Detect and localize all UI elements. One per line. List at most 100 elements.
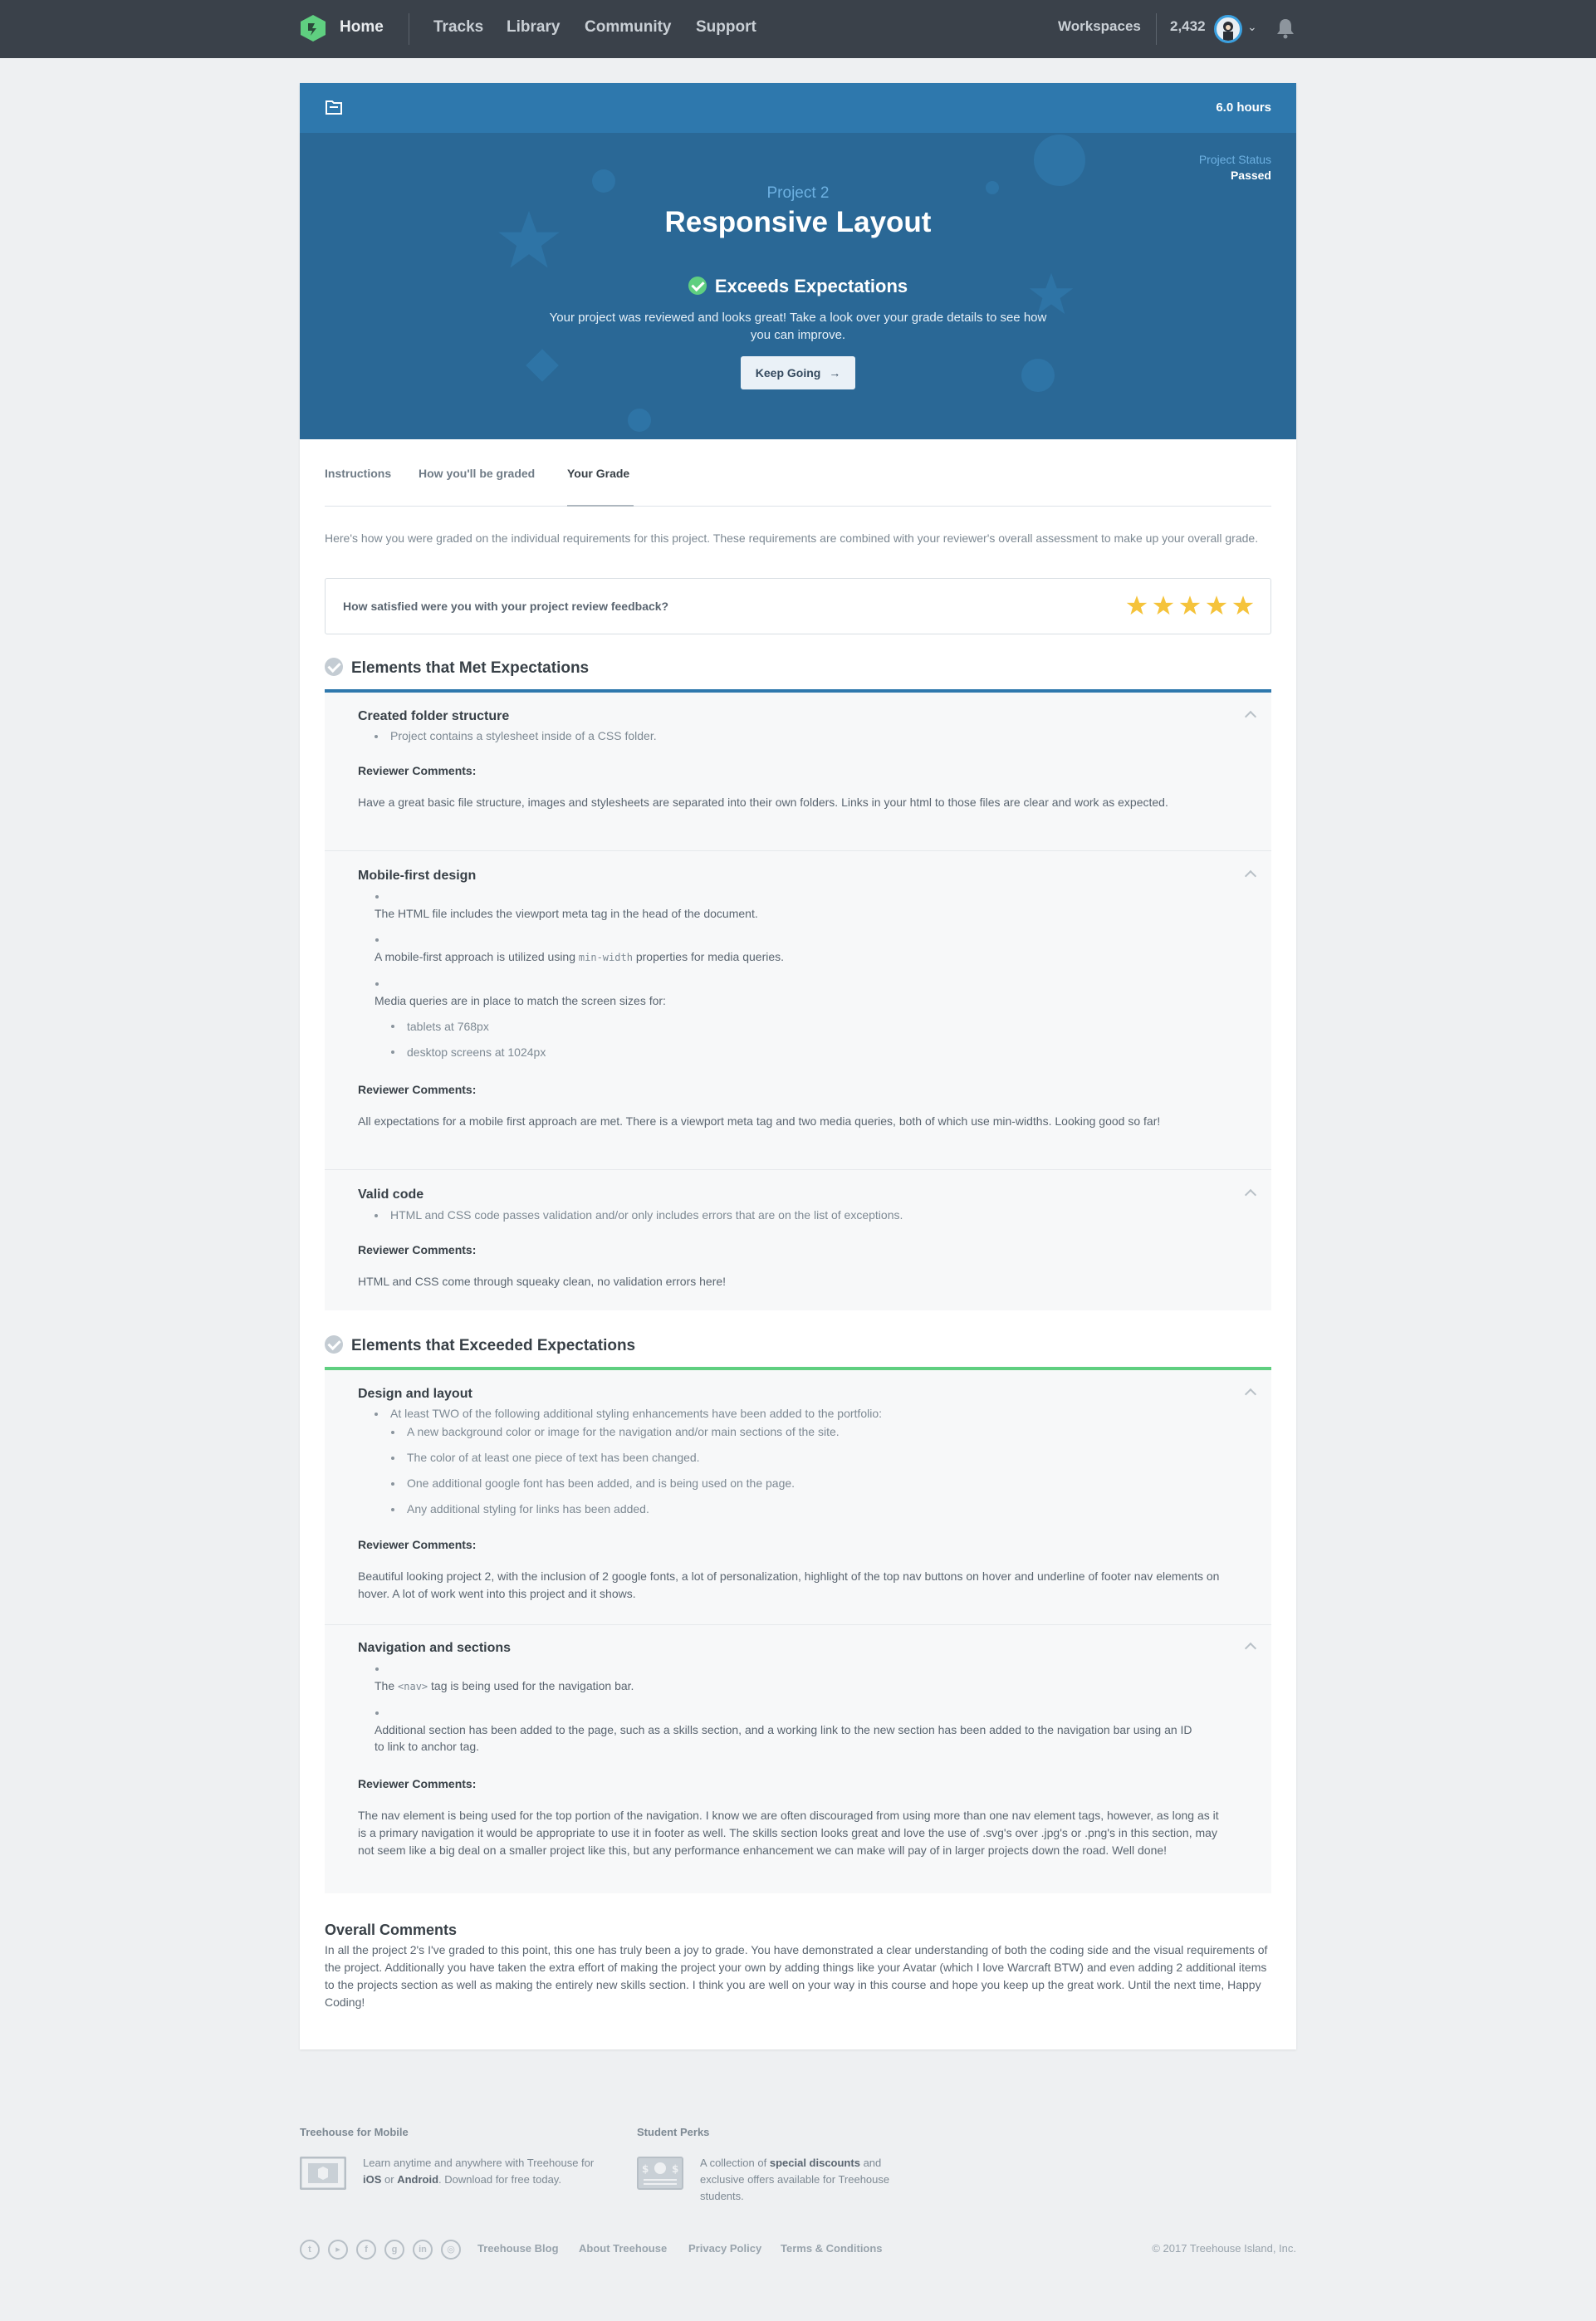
folder-icon — [326, 100, 342, 115]
tab-instructions[interactable]: Instructions — [325, 467, 391, 480]
reviewer-comment: The nav element is being used for the to… — [358, 1809, 1219, 1857]
grade-result: Exceeds Expectations — [300, 276, 1296, 297]
grade-label: Exceeds Expectations — [714, 276, 908, 296]
reviewer-comment: HTML and CSS come through squeaky clean,… — [358, 1275, 727, 1288]
footer-text: or — [384, 2173, 394, 2186]
chevron-up-icon[interactable] — [1244, 1188, 1257, 1202]
met-expectations-heading: Elements that Met Expectations — [325, 658, 589, 678]
item-divider — [325, 850, 1271, 851]
ios-link[interactable]: iOS — [363, 2173, 381, 2186]
decorative-circle — [1021, 359, 1055, 392]
bullet-dot — [391, 1050, 394, 1054]
inline-code: <nav> — [398, 1681, 428, 1692]
star-icon[interactable] — [1126, 595, 1148, 616]
project-tabs: Instructions How you'll be graded Your G… — [325, 465, 1271, 507]
grade-intro-text: Here's how you were graded on the indivi… — [325, 531, 1259, 545]
tab-how-graded[interactable]: How you'll be graded — [419, 467, 535, 480]
star-icon[interactable] — [1153, 595, 1174, 616]
arrow-right-icon: → — [829, 366, 841, 379]
hero-header-bar: 6.0 hours — [300, 83, 1296, 133]
requirement-bullet: The HTML file includes the viewport meta… — [375, 907, 758, 920]
project-number: Project 2 — [766, 184, 830, 202]
star-icon[interactable] — [1206, 595, 1227, 616]
footer-text: A collection of — [700, 2157, 767, 2169]
requirement-bullet: HTML and CSS code passes validation and/… — [390, 1208, 903, 1222]
footer-blog-link[interactable]: Treehouse Blog — [477, 2242, 559, 2255]
footer-text: . Download for free today. — [438, 2173, 561, 2186]
requirement-bullet: The <nav> tag is being used for the navi… — [375, 1677, 634, 1695]
footer-about-link[interactable]: About Treehouse — [579, 2242, 667, 2255]
bullet-dot — [375, 938, 379, 942]
requirement-title[interactable]: Mobile-first design — [358, 869, 476, 884]
inline-code: min-width — [578, 952, 633, 963]
requirement-sub-bullet: The color of at least one piece of text … — [407, 1451, 700, 1464]
svg-text:$: $ — [642, 2163, 649, 2175]
requirement-title[interactable]: Created folder structure — [358, 709, 509, 724]
chevron-up-icon[interactable] — [1244, 869, 1257, 883]
keep-going-button[interactable]: Keep Going → — [741, 356, 855, 389]
keep-going-label: Keep Going — [755, 366, 821, 379]
bullet-text: The — [375, 1679, 395, 1692]
grade-message: Your project was reviewed and looks grea… — [549, 311, 1047, 342]
reviewer-comments-label: Reviewer Comments: — [358, 1777, 477, 1790]
points-count: 2,432 — [1170, 18, 1206, 34]
requirement-title[interactable]: Navigation and sections — [358, 1641, 511, 1656]
requirement-title[interactable]: Design and layout — [358, 1387, 472, 1402]
treehouse-logo-icon[interactable] — [300, 14, 326, 42]
youtube-icon[interactable]: ▸ — [328, 2240, 348, 2260]
reviewer-comment: Beautiful looking project 2, with the in… — [358, 1569, 1220, 1600]
footer-terms-link[interactable]: Terms & Conditions — [781, 2242, 883, 2255]
bullet-dot — [391, 1457, 394, 1460]
check-circle-icon — [688, 277, 707, 295]
bullet-dot — [375, 1711, 379, 1715]
nav-workspaces-link[interactable]: Workspaces — [1058, 18, 1141, 35]
requirement-sub-bullet: tablets at 768px — [407, 1020, 489, 1033]
requirement-sub-bullet: One additional google font has been adde… — [407, 1476, 796, 1490]
check-circle-icon — [325, 658, 343, 676]
bullet-text: tag is being used for the navigation bar… — [431, 1679, 634, 1692]
requirement-sub-bullet: A new background color or image for the … — [407, 1425, 840, 1438]
section-accent-line — [325, 689, 1271, 693]
android-link[interactable]: Android — [397, 2173, 438, 2186]
special-discounts-link[interactable]: special discounts — [770, 2157, 860, 2169]
item-divider — [325, 1624, 1271, 1625]
nav-divider — [1156, 13, 1157, 45]
nav-community-link[interactable]: Community — [585, 18, 672, 37]
chevron-down-icon[interactable]: ⌄ — [1247, 20, 1257, 34]
chevron-up-icon[interactable] — [1244, 1642, 1257, 1655]
nav-tracks-link[interactable]: Tracks — [433, 18, 483, 37]
bullet-dot — [375, 1413, 378, 1416]
bullet-dot — [391, 1508, 394, 1511]
active-tab-indicator — [567, 505, 634, 507]
overall-comments-text: In all the project 2's I've graded to th… — [325, 1943, 1268, 2009]
footer-privacy-link[interactable]: Privacy Policy — [688, 2242, 761, 2255]
star-icon[interactable] — [1179, 595, 1201, 616]
footer-perks-heading: Student Perks — [637, 2126, 710, 2138]
exceeded-expectations-heading: Elements that Exceeded Expectations — [325, 1335, 635, 1355]
linkedin-icon[interactable]: in — [413, 2240, 433, 2260]
star-rating[interactable] — [1121, 595, 1254, 620]
bullet-dot — [375, 895, 379, 899]
avatar[interactable] — [1214, 15, 1242, 43]
instagram-icon[interactable]: ◎ — [441, 2240, 461, 2260]
chevron-up-icon[interactable] — [1244, 1388, 1257, 1401]
star-icon[interactable] — [1232, 595, 1254, 616]
googleplus-icon[interactable]: g — [384, 2240, 404, 2260]
decorative-circle — [1034, 135, 1085, 186]
rating-question: How satisfied were you with your project… — [343, 600, 669, 613]
requirement-title[interactable]: Valid code — [358, 1187, 423, 1202]
svg-text:$: $ — [672, 2163, 678, 2175]
nav-library-link[interactable]: Library — [507, 18, 560, 37]
twitter-icon[interactable]: t — [300, 2240, 320, 2260]
project-card: 6.0 hours Project Status Passed Project … — [300, 83, 1296, 2049]
bullet-dot — [391, 1482, 394, 1486]
footer-mobile-text: Learn anytime and anywhere with Treehous… — [363, 2155, 612, 2188]
footer-text: Learn anytime and anywhere with Treehous… — [363, 2157, 595, 2169]
chevron-up-icon[interactable] — [1244, 710, 1257, 723]
facebook-icon[interactable]: f — [356, 2240, 376, 2260]
nav-home-link[interactable]: Home — [340, 18, 384, 37]
requirement-sub-bullet: desktop screens at 1024px — [407, 1045, 546, 1059]
nav-support-link[interactable]: Support — [696, 18, 756, 37]
bell-icon[interactable] — [1275, 17, 1296, 40]
tab-your-grade[interactable]: Your Grade — [567, 467, 629, 480]
